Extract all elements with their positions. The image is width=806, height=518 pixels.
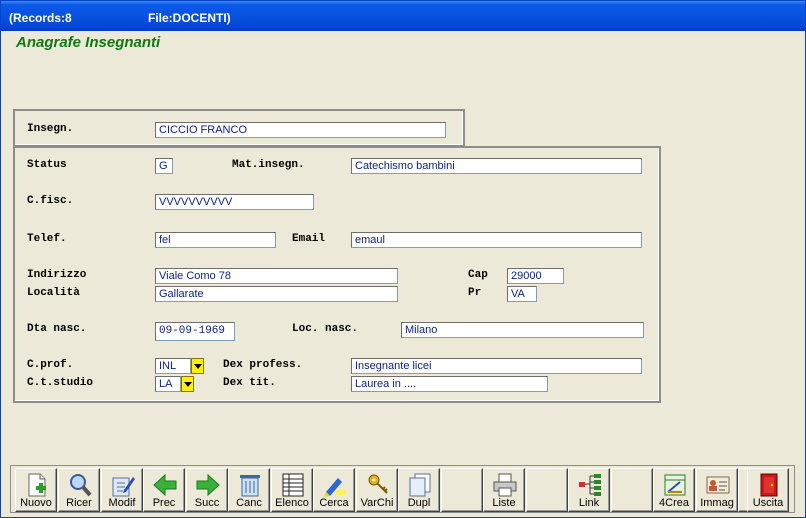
id-card-icon bbox=[706, 476, 730, 494]
main-window: (Records:8 File:DOCENTI) Anagrafe Insegn… bbox=[0, 0, 806, 518]
ricer-button[interactable]: Ricer bbox=[58, 468, 100, 512]
codice-titolo-studio-dropdown[interactable] bbox=[181, 376, 194, 392]
modif-button[interactable]: Modif bbox=[101, 468, 143, 512]
new-icon bbox=[28, 473, 46, 497]
nuovo-button[interactable]: Nuovo bbox=[15, 468, 57, 512]
luogo-nascita-field[interactable]: Milano bbox=[401, 322, 644, 338]
provincia-field[interactable]: VA bbox=[507, 286, 537, 302]
email-field[interactable]: emaul bbox=[351, 232, 642, 248]
provincia-label: Pr bbox=[468, 287, 482, 299]
varchi-button[interactable]: VarChi bbox=[356, 468, 398, 512]
descr-titolo-label: Dex tit. bbox=[223, 377, 276, 389]
empty-button-3[interactable] bbox=[611, 468, 653, 512]
arrow-right-icon bbox=[196, 473, 220, 497]
records-count: (Records:8 bbox=[9, 11, 72, 25]
materia-label: Mat.insegn. bbox=[232, 159, 305, 171]
exit-door-icon bbox=[760, 473, 778, 497]
descr-professione-field[interactable]: Insegnante licei bbox=[351, 358, 642, 374]
canc-button[interactable]: Canc bbox=[228, 468, 270, 512]
descr-professione-label: Dex profess. bbox=[223, 359, 303, 371]
insegnante-field[interactable]: CICCIO FRANCO bbox=[155, 122, 446, 138]
prec-button[interactable]: Prec bbox=[143, 468, 185, 512]
telefono-field[interactable]: fel bbox=[155, 232, 276, 248]
keys-icon bbox=[368, 474, 388, 494]
trash-icon bbox=[240, 475, 260, 497]
uscita-button[interactable]: Uscita bbox=[747, 468, 789, 512]
data-nascita-field[interactable]: 09-09-1969 bbox=[155, 322, 235, 341]
printer-icon bbox=[493, 473, 517, 497]
cap-field[interactable]: 29000 bbox=[507, 268, 564, 284]
liste-button[interactable]: Liste bbox=[483, 468, 525, 512]
codice-titolo-studio-label: C.t.studio bbox=[27, 377, 94, 389]
cap-label: Cap bbox=[468, 269, 488, 281]
localita-label: Località bbox=[27, 287, 80, 299]
arrow-left-icon bbox=[153, 473, 177, 497]
highlighter-icon bbox=[324, 478, 346, 497]
status-field[interactable]: G bbox=[155, 158, 173, 174]
materia-field[interactable]: Catechismo bambini bbox=[351, 158, 642, 174]
email-label: Email bbox=[292, 233, 326, 245]
codice-professione-field[interactable]: INL bbox=[155, 358, 191, 374]
title-bar[interactable]: (Records:8 File:DOCENTI) bbox=[1, 1, 805, 31]
design-icon bbox=[664, 474, 686, 496]
link-button[interactable]: Link bbox=[568, 468, 610, 512]
indirizzo-label: Indirizzo bbox=[27, 269, 87, 281]
codice-professione-dropdown[interactable] bbox=[191, 358, 204, 374]
elenco-button[interactable]: Elenco bbox=[271, 468, 313, 512]
localita-field[interactable]: Gallarate bbox=[155, 286, 398, 302]
codice-fiscale-label: C.fisc. bbox=[27, 195, 74, 207]
data-nascita-label: Dta nasc. bbox=[27, 323, 87, 335]
indirizzo-field[interactable]: Viale Como 78 bbox=[155, 268, 398, 284]
immag-button[interactable]: Immag bbox=[696, 468, 738, 512]
descr-titolo-field[interactable]: Laurea in .... bbox=[351, 376, 548, 392]
codice-titolo-studio-field[interactable]: LA bbox=[155, 376, 181, 392]
edit-icon bbox=[112, 477, 135, 497]
insegnante-label: Insegn. bbox=[27, 123, 74, 135]
luogo-nascita-label: Loc. nasc. bbox=[292, 323, 359, 335]
form-title: Anagrafe Insegnanti bbox=[16, 34, 161, 51]
empty-button-1[interactable] bbox=[441, 468, 483, 512]
4crea-button[interactable]: 4Crea bbox=[653, 468, 695, 512]
cerca-button[interactable]: Cerca bbox=[313, 468, 355, 512]
list-icon bbox=[282, 473, 304, 497]
codice-professione-label: C.prof. bbox=[27, 359, 74, 371]
codice-fiscale-field[interactable]: VVVVVVVVVV bbox=[155, 194, 314, 210]
tree-icon bbox=[579, 474, 601, 496]
file-name: File:DOCENTI) bbox=[148, 11, 231, 25]
status-label: Status bbox=[27, 159, 67, 171]
dupl-button[interactable]: Dupl bbox=[398, 468, 440, 512]
telefono-label: Telef. bbox=[27, 233, 67, 245]
duplicate-icon bbox=[409, 473, 431, 497]
search-icon bbox=[70, 474, 92, 497]
empty-button-2[interactable] bbox=[526, 468, 568, 512]
succ-button[interactable]: Succ bbox=[186, 468, 228, 512]
